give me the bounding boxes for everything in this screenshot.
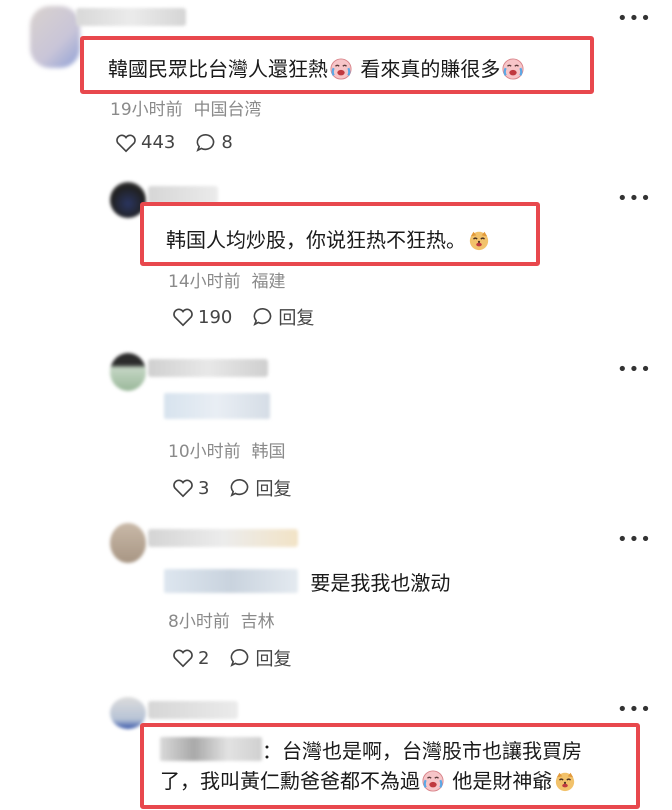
like-button[interactable]: 2: [172, 648, 209, 669]
comment-text: 韩国人均炒股，你说狂热不狂热。: [166, 224, 492, 253]
comment-bubble-icon: [253, 308, 272, 326]
avatar[interactable]: [110, 353, 146, 391]
comment-actions: 3 回复: [172, 475, 311, 501]
comment-bubble-icon: [230, 649, 249, 667]
comment-meta: 10小时前 韩国: [168, 442, 286, 462]
reply-button[interactable]: 回复: [229, 475, 291, 501]
reply-button[interactable]: 回复: [252, 304, 314, 330]
username[interactable]: [148, 359, 268, 377]
like-button[interactable]: 190: [172, 307, 232, 328]
comment-text: 韓國民眾比台灣人還狂熱 看來真的賺很多: [108, 53, 526, 82]
comment-bubble-icon: [230, 479, 249, 497]
crying-laugh-emoji: [330, 58, 352, 80]
comment-2: ••• 韩国人均炒股，你说狂热不狂热。 14小时前 福建 190 回复: [0, 170, 672, 350]
blurred-mention: [160, 737, 262, 761]
comment-3: ••• 10小时前 韩国 3 回复: [0, 345, 672, 515]
like-button[interactable]: 443: [115, 132, 175, 153]
crying-laugh-emoji: [502, 58, 524, 80]
like-button[interactable]: 3: [172, 478, 209, 499]
username[interactable]: [148, 529, 298, 547]
comment-meta: 14小时前 福建: [168, 272, 286, 292]
dog-face-emoji: [554, 770, 576, 792]
avatar[interactable]: [30, 6, 80, 68]
heart-outline-icon: [173, 649, 193, 668]
more-dots-icon[interactable]: •••: [617, 701, 652, 719]
comment-meta: 19小时前 中国台湾: [110, 100, 262, 120]
heart-outline-icon: [116, 134, 136, 152]
blurred-mention: [164, 569, 298, 593]
comment-actions: 2 回复: [172, 645, 311, 671]
comment-4: ••• 要是我我也激动 8小时前 吉林 2 回复: [0, 515, 672, 685]
comment-text-line-1: ：台灣也是啊，台灣股市也讓我買房: [160, 735, 582, 764]
username[interactable]: [148, 701, 238, 719]
reply-button[interactable]: 8: [195, 132, 233, 153]
heart-outline-icon: [173, 479, 193, 498]
comment-actions: 190 回复: [172, 304, 334, 330]
comment-5: ••• ：台灣也是啊，台灣股市也讓我買房 了，我叫黃仁勳爸爸都不為過 他是財神爺: [0, 685, 672, 810]
more-dots-icon[interactable]: •••: [617, 10, 652, 28]
comment-meta: 8小时前 吉林: [168, 612, 275, 632]
comment-actions: 443 8: [115, 132, 253, 153]
more-dots-icon[interactable]: •••: [617, 190, 652, 208]
dog-face-emoji: [468, 229, 490, 251]
comment-1: ••• 韓國民眾比台灣人還狂熱 看來真的賺很多 19小时前 中国台湾 443 8: [0, 0, 672, 170]
crying-laugh-emoji: [422, 770, 444, 792]
comment-text-line-2: 了，我叫黃仁勳爸爸都不為過 他是財神爺: [160, 765, 578, 794]
reply-button[interactable]: 回复: [229, 645, 291, 671]
heart-outline-icon: [173, 308, 193, 327]
avatar[interactable]: [110, 523, 146, 563]
blurred-comment-text: [164, 393, 270, 419]
more-dots-icon[interactable]: •••: [617, 361, 652, 379]
comment-text: 要是我我也激动: [164, 567, 450, 596]
username[interactable]: [76, 8, 186, 26]
comment-bubble-icon: [196, 133, 215, 152]
more-dots-icon[interactable]: •••: [617, 531, 652, 549]
